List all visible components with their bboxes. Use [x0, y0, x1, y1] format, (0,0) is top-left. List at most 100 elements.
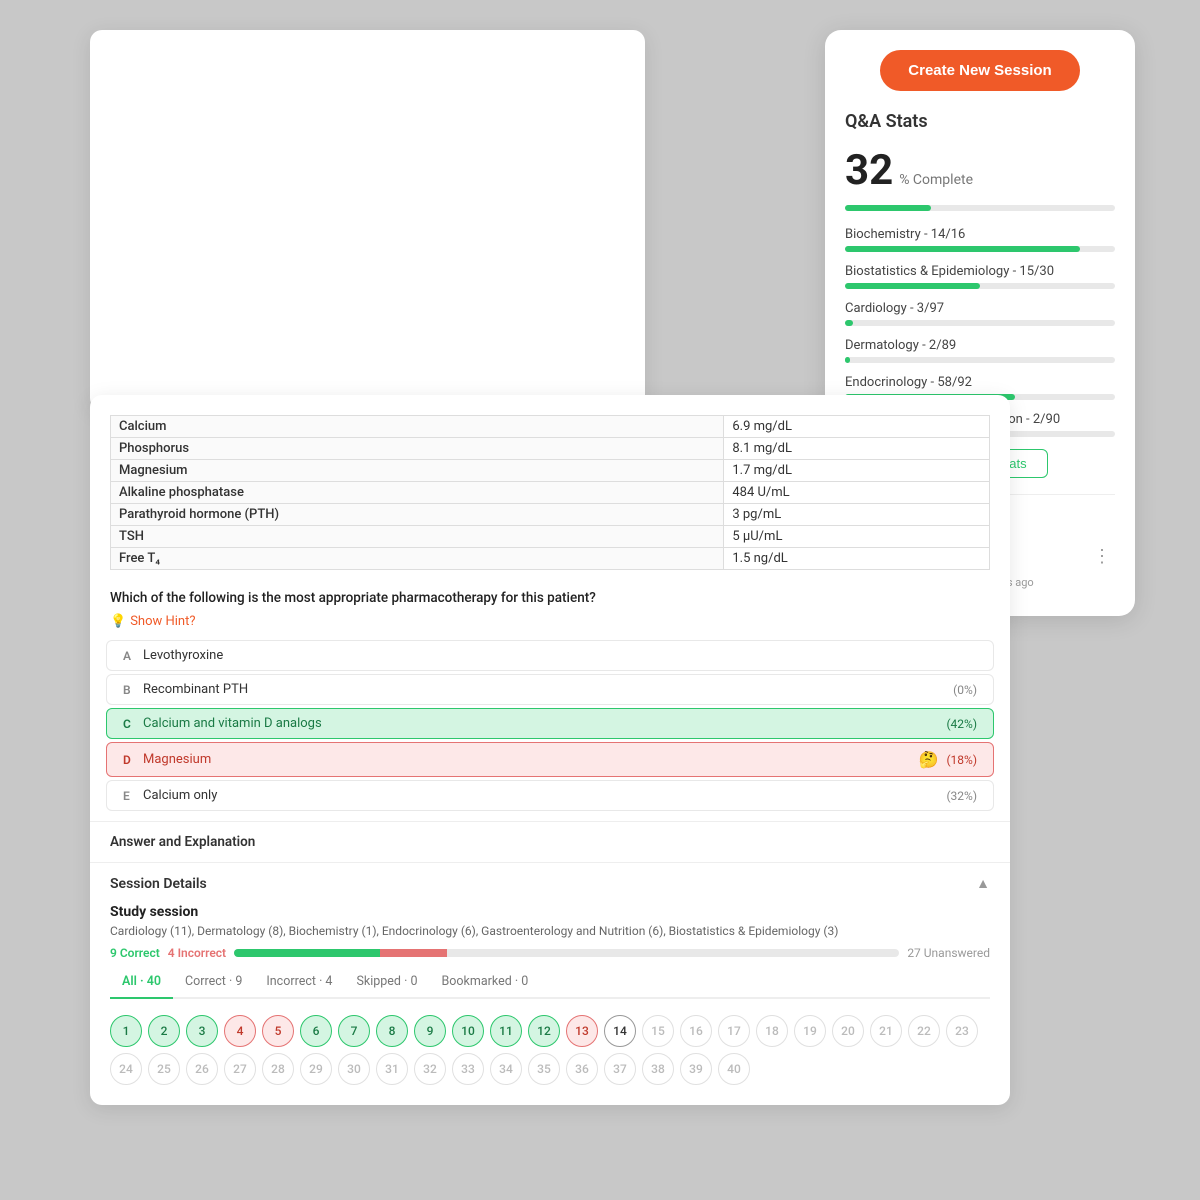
percent-number: 32: [845, 146, 893, 195]
answer-letter: B: [123, 683, 143, 697]
lab-name: Alkaline phosphatase: [111, 482, 724, 504]
create-new-session-button[interactable]: Create New Session: [880, 50, 1079, 91]
lab-table-row: Calcium6.9 mg/dL: [111, 416, 990, 438]
filter-tab[interactable]: All · 40: [110, 966, 173, 999]
session-subjects: Cardiology (11), Dermatology (8), Bioche…: [110, 924, 990, 938]
answer-letter: A: [123, 649, 143, 663]
answer-pct: (42%): [946, 717, 977, 731]
lab-table-row: Magnesium1.7 mg/dL: [111, 460, 990, 482]
question-number[interactable]: 5: [262, 1015, 294, 1047]
question-number[interactable]: 3: [186, 1015, 218, 1047]
stat-bar-bg: [845, 246, 1115, 252]
answer-letter: E: [123, 789, 143, 803]
answer-pct: (0%): [953, 683, 977, 697]
answer-text: Calcium and vitamin D analogs: [143, 716, 938, 731]
question-number[interactable]: 20: [832, 1015, 864, 1047]
question-number[interactable]: 18: [756, 1015, 788, 1047]
answer-pct: (18%): [946, 753, 977, 767]
stat-bar-fill: [845, 357, 850, 363]
question-number[interactable]: 10: [452, 1015, 484, 1047]
filter-tab[interactable]: Bookmarked · 0: [429, 966, 540, 999]
question-number[interactable]: 25: [148, 1053, 180, 1085]
question-number[interactable]: 11: [490, 1015, 522, 1047]
question-number[interactable]: 7: [338, 1015, 370, 1047]
hint-icon: 💡: [110, 614, 126, 629]
question-number[interactable]: 15: [642, 1015, 674, 1047]
session-details-body: Study session Cardiology (11), Dermatolo…: [90, 904, 1010, 1105]
lab-name: TSH: [111, 526, 724, 548]
overall-progress-bar: [845, 205, 1115, 211]
question-number[interactable]: 9: [414, 1015, 446, 1047]
stat-bar-fill: [845, 246, 1080, 252]
question-number[interactable]: 33: [452, 1053, 484, 1085]
lab-name: Phosphorus: [111, 438, 724, 460]
session-detail-title: Study session: [110, 904, 990, 920]
question-number[interactable]: 38: [642, 1053, 674, 1085]
question-number[interactable]: 1: [110, 1015, 142, 1047]
question-number[interactable]: 36: [566, 1053, 598, 1085]
unanswered-label: 27 Unanswered: [907, 946, 990, 960]
lab-table-row: Parathyroid hormone (PTH)3 pg/mL: [111, 504, 990, 526]
answer-option-d[interactable]: D Magnesium 🤔 (18%): [106, 742, 994, 777]
answers-container: A Levothyroxine B Recombinant PTH (0%) C…: [90, 640, 1010, 811]
question-number[interactable]: 35: [528, 1053, 560, 1085]
filter-tab[interactable]: Correct · 9: [173, 966, 254, 999]
question-number[interactable]: 14: [604, 1015, 636, 1047]
question-number[interactable]: 12: [528, 1015, 560, 1047]
answer-text: Levothyroxine: [143, 648, 977, 663]
lab-name: Calcium: [111, 416, 724, 438]
show-hint[interactable]: 💡 Show Hint?: [90, 612, 1010, 637]
question-number[interactable]: 22: [908, 1015, 940, 1047]
question-number[interactable]: 24: [110, 1053, 142, 1085]
question-number[interactable]: 16: [680, 1015, 712, 1047]
lab-name: Parathyroid hormone (PTH): [111, 504, 724, 526]
question-number[interactable]: 31: [376, 1053, 408, 1085]
question-number[interactable]: 37: [604, 1053, 636, 1085]
correct-label: 9 Correct: [110, 946, 160, 960]
question-number[interactable]: 30: [338, 1053, 370, 1085]
answer-text: Magnesium: [143, 752, 913, 767]
progress-bar-row: 9 Correct 4 Incorrect 27 Unanswered: [110, 946, 990, 960]
lab-value: 8.1 mg/dL: [724, 438, 990, 460]
stat-label: Cardiology - 3/97: [845, 301, 1115, 316]
stat-item: Biostatistics & Epidemiology - 15/30: [845, 264, 1115, 289]
lab-name: Magnesium: [111, 460, 724, 482]
question-number[interactable]: 17: [718, 1015, 750, 1047]
filter-tab[interactable]: Incorrect · 4: [254, 966, 344, 999]
question-numbers: 1234567891011121314151617181920212223242…: [110, 1011, 990, 1089]
question-number[interactable]: 23: [946, 1015, 978, 1047]
session-menu-icon[interactable]: ⋮: [1089, 544, 1115, 569]
answer-option-e[interactable]: E Calcium only (32%): [106, 780, 994, 811]
question-number[interactable]: 6: [300, 1015, 332, 1047]
lab-value: 3 pg/mL: [724, 504, 990, 526]
top-left-card: [90, 30, 645, 410]
question-number[interactable]: 28: [262, 1053, 294, 1085]
answer-option-c[interactable]: C Calcium and vitamin D analogs (42%): [106, 708, 994, 739]
lab-table-row: Free T₄1.5 ng/dL: [111, 548, 990, 570]
question-number[interactable]: 19: [794, 1015, 826, 1047]
question-number[interactable]: 34: [490, 1053, 522, 1085]
question-number[interactable]: 29: [300, 1053, 332, 1085]
question-number[interactable]: 21: [870, 1015, 902, 1047]
chevron-up-icon: ▲: [976, 875, 990, 892]
lab-table-row: Alkaline phosphatase484 U/mL: [111, 482, 990, 504]
qa-stats-title: Q&A Stats: [845, 111, 1115, 132]
lab-table: Calcium6.9 mg/dLPhosphorus8.1 mg/dLMagne…: [110, 415, 990, 570]
filter-tab[interactable]: Skipped · 0: [344, 966, 429, 999]
lab-name: Free T₄: [111, 548, 724, 570]
answer-option-b[interactable]: B Recombinant PTH (0%): [106, 674, 994, 705]
question-number[interactable]: 32: [414, 1053, 446, 1085]
progress-correct-fill: [234, 949, 380, 957]
question-number[interactable]: 13: [566, 1015, 598, 1047]
question-number[interactable]: 39: [680, 1053, 712, 1085]
answer-emoji: 🤔: [919, 750, 939, 769]
question-number[interactable]: 26: [186, 1053, 218, 1085]
question-number[interactable]: 27: [224, 1053, 256, 1085]
lab-table-row: TSH5 μU/mL: [111, 526, 990, 548]
question-number[interactable]: 40: [718, 1053, 750, 1085]
question-number[interactable]: 2: [148, 1015, 180, 1047]
question-number[interactable]: 4: [224, 1015, 256, 1047]
answer-option-a[interactable]: A Levothyroxine: [106, 640, 994, 671]
session-details-header[interactable]: Session Details ▲: [90, 862, 1010, 904]
question-number[interactable]: 8: [376, 1015, 408, 1047]
